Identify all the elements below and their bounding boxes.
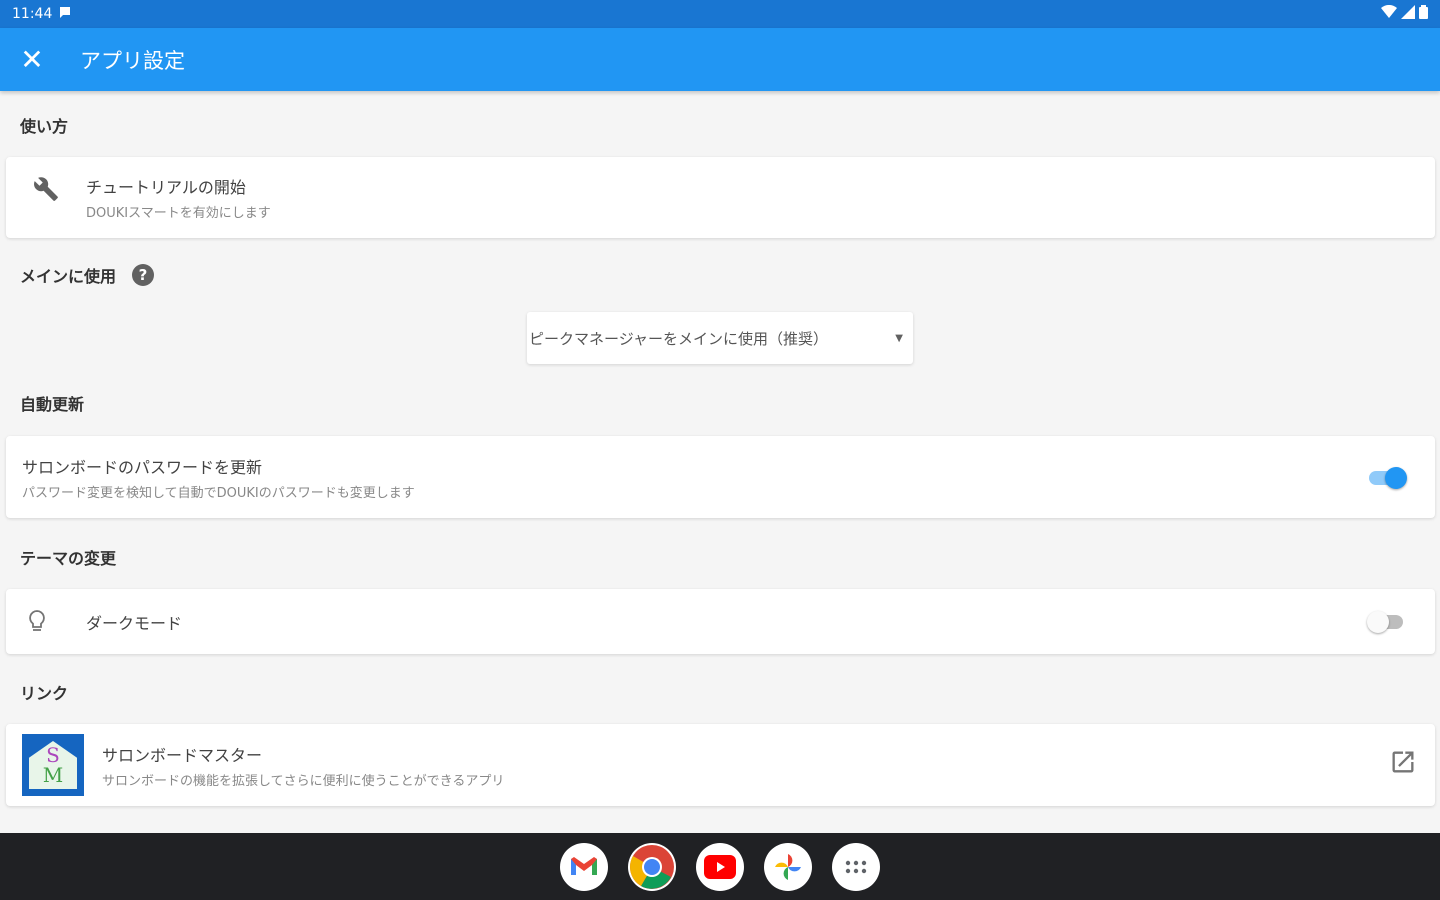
section-header-usage: 使い方 [20, 117, 69, 136]
app-dock [0, 833, 1440, 900]
wrench-icon [6, 176, 86, 202]
help-icon[interactable]: ? [132, 264, 155, 286]
chrome-icon[interactable] [628, 842, 676, 891]
salon-password-update-item[interactable]: サロンボードのパスワードを更新 パスワード変更を検知して自動でDOUKIのパスワ… [6, 436, 1435, 518]
main-use-dropdown[interactable]: ピークマネージャーをメインに使用（推奨） ▼ [527, 312, 913, 364]
section-header-main-use: メインに使用 ? [20, 263, 155, 287]
tutorial-subtitle: DOUKIスマートを有効にします [86, 206, 271, 221]
photos-icon[interactable] [764, 842, 812, 891]
status-bar: 11:44 [0, 0, 1440, 28]
open-in-new-icon[interactable] [1389, 748, 1417, 783]
dark-mode-toggle[interactable] [1367, 609, 1407, 633]
gmail-icon[interactable] [560, 842, 608, 891]
password-update-toggle[interactable] [1367, 465, 1407, 489]
section-header-links: リンク [20, 684, 69, 703]
page-title: アプリ設定 [80, 48, 185, 73]
salonboard-master-title: サロンボードマスター [102, 745, 263, 765]
settings-content: 使い方 チュートリアルの開始 DOUKIスマートを有効にします メインに使用 ?… [0, 91, 1440, 833]
salonboard-master-logo: S M [22, 734, 84, 796]
close-icon: ✕ [20, 43, 44, 76]
salonboard-master-link-item[interactable]: S M サロンボードマスター サロンボードの機能を拡張してさらに便利に使うことが… [6, 724, 1435, 806]
password-update-subtitle: パスワード変更を検知して自動でDOUKIのパスワードも変更します [22, 485, 415, 501]
password-update-title: サロンボードのパスワードを更新 [22, 457, 263, 477]
tutorial-title: チュートリアルの開始 [86, 178, 246, 197]
youtube-icon[interactable] [696, 842, 744, 891]
section-header-theme: テーマの変更 [20, 549, 117, 568]
section-header-auto-update: 自動更新 [20, 395, 85, 414]
wifi-icon [1381, 4, 1397, 23]
main-use-label: メインに使用 [20, 267, 117, 286]
lightbulb-icon [6, 609, 68, 635]
chat-notification-icon [58, 5, 72, 23]
app-launcher-icon[interactable] [832, 842, 880, 891]
signal-icon [1401, 5, 1415, 23]
status-time: 11:44 [12, 6, 53, 22]
salonboard-master-subtitle: サロンボードの機能を拡張してさらに便利に使うことができるアプリ [102, 773, 505, 789]
main-use-dropdown-value: ピークマネージャーをメインに使用（推奨） [529, 329, 828, 348]
app-bar: ✕ アプリ設定 [0, 28, 1440, 91]
dark-mode-item[interactable]: ダークモード [6, 589, 1435, 654]
tutorial-start-item[interactable]: チュートリアルの開始 DOUKIスマートを有効にします [6, 157, 1435, 238]
dark-mode-title: ダークモード [86, 613, 183, 633]
close-button[interactable]: ✕ [0, 28, 64, 91]
dropdown-arrow-icon: ▼ [895, 332, 903, 344]
battery-icon [1419, 5, 1428, 23]
